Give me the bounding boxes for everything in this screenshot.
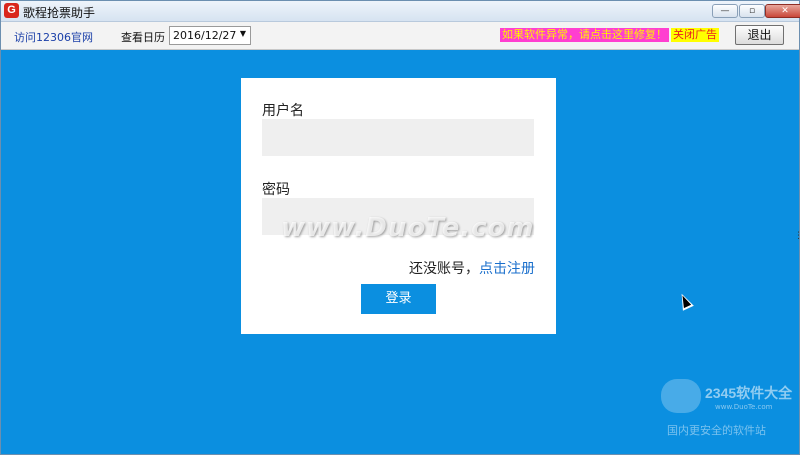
username-input[interactable] [262, 119, 534, 156]
register-prompt: 还没账号，点击注册 [409, 258, 535, 278]
close-button[interactable]: ✕ [765, 4, 800, 18]
toolbar: 访问12306官网 查看日历 2016/12/27 ▼ 如果软件异常，请点击这里… [1, 22, 799, 50]
app-logo-icon: G [4, 3, 19, 18]
corner-slogan-text: 国内更安全的软件站 [667, 424, 766, 437]
calendar-date-value: 2016/12/27 [173, 29, 237, 42]
password-label: 密码 [262, 182, 290, 198]
restore-button[interactable]: ▫ [739, 4, 765, 18]
corner-url-text: www.DuoTe.com [715, 403, 773, 411]
no-account-text: 还没账号， [409, 261, 479, 277]
visit-12306-link[interactable]: 访问12306官网 [14, 29, 93, 45]
window-title: 歌程抢票助手 [23, 6, 96, 20]
app-window: G 歌程抢票助手 — ▫ ✕ 访问12306官网 查看日历 2016/12/27… [0, 0, 800, 455]
corner-watermark: 2345软件大全 www.DuoTe.com 国内更安全的软件站 [661, 379, 799, 439]
dropdown-arrow-icon[interactable]: ▼ [240, 29, 246, 38]
calendar-date-select[interactable]: 2016/12/27 ▼ [169, 26, 251, 45]
mascot-icon [661, 379, 701, 413]
minimize-button[interactable]: — [712, 4, 738, 18]
calendar-label: 查看日历 [121, 31, 165, 44]
repair-link[interactable]: 如果软件异常，请点击这里修复！ [500, 28, 669, 42]
login-panel: 用户名 密码 还没账号，点击注册 登录 [241, 78, 556, 334]
title-bar[interactable]: G 歌程抢票助手 — ▫ ✕ [1, 1, 800, 22]
watermark-text: www.DuoTe.com [281, 213, 535, 243]
mouse-cursor-icon [676, 291, 694, 311]
resize-grip-icon[interactable]: ⋮ [794, 231, 800, 241]
register-link[interactable]: 点击注册 [479, 261, 535, 277]
corner-brand-text: 2345软件大全 [705, 385, 793, 401]
exit-button[interactable]: 退出 [735, 25, 784, 45]
login-button[interactable]: 登录 [361, 284, 436, 314]
close-ad-link[interactable]: 关闭广告 [671, 28, 719, 42]
username-label: 用户名 [262, 103, 304, 119]
